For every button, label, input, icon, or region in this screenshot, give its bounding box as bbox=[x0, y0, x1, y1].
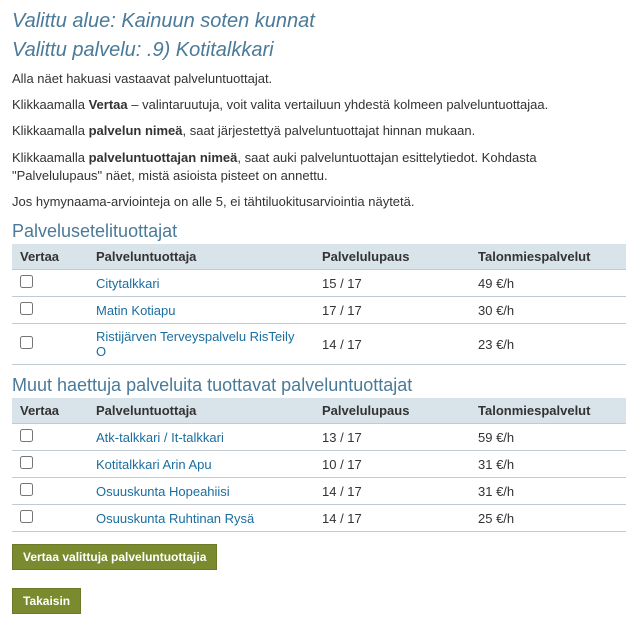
voucher-providers-table: Vertaa Palveluntuottaja Palvelulupaus Ta… bbox=[12, 244, 626, 365]
provider-link[interactable]: Matin Kotiapu bbox=[96, 303, 176, 318]
compare-checkbox[interactable] bbox=[20, 275, 33, 288]
compare-checkbox[interactable] bbox=[20, 510, 33, 523]
table-row: Ristijärven Terveyspalvelu RisTeily O 14 … bbox=[12, 324, 626, 365]
price-value: 49 €/h bbox=[470, 270, 626, 297]
promise-value: 14 / 17 bbox=[314, 324, 470, 365]
provider-link[interactable]: Ristijärven Terveyspalvelu RisTeily O bbox=[96, 329, 294, 359]
intro-text-2: Klikkaamalla Vertaa – valintaruutuja, vo… bbox=[12, 96, 626, 114]
table-row: Citytalkkari 15 / 1749 €/h bbox=[12, 270, 626, 297]
intro-text-3: Klikkaamalla palvelun nimeä, saat järjes… bbox=[12, 122, 626, 140]
compare-checkbox[interactable] bbox=[20, 336, 33, 349]
promise-value: 10 / 17 bbox=[314, 451, 470, 478]
intro-text-4: Klikkaamalla palveluntuottajan nimeä, sa… bbox=[12, 149, 626, 185]
back-button[interactable]: Takaisin bbox=[12, 588, 81, 614]
compare-checkbox[interactable] bbox=[20, 483, 33, 496]
col-header-provider[interactable]: Palveluntuottaja bbox=[88, 398, 314, 424]
table-row: Osuuskunta Ruhtinan Rysä 14 / 1725 €/h bbox=[12, 505, 626, 532]
col-header-compare[interactable]: Vertaa bbox=[12, 398, 88, 424]
table-row: Kotitalkkari Arin Apu 10 / 1731 €/h bbox=[12, 451, 626, 478]
provider-link[interactable]: Osuuskunta Hopeahiisi bbox=[96, 484, 230, 499]
provider-link[interactable]: Kotitalkkari Arin Apu bbox=[96, 457, 212, 472]
compare-checkbox[interactable] bbox=[20, 429, 33, 442]
price-value: 31 €/h bbox=[470, 478, 626, 505]
promise-value: 14 / 17 bbox=[314, 505, 470, 532]
price-value: 31 €/h bbox=[470, 451, 626, 478]
compare-checkbox[interactable] bbox=[20, 456, 33, 469]
provider-link[interactable]: Citytalkkari bbox=[96, 276, 160, 291]
price-value: 25 €/h bbox=[470, 505, 626, 532]
voucher-providers-heading: Palvelusetelituottajat bbox=[12, 221, 626, 242]
compare-checkbox[interactable] bbox=[20, 302, 33, 315]
selected-area-heading: Valittu alue: Kainuun soten kunnat bbox=[12, 10, 626, 33]
compare-selected-button[interactable]: Vertaa valittuja palveluntuottajia bbox=[12, 544, 217, 570]
price-value: 59 €/h bbox=[470, 424, 626, 451]
provider-link[interactable]: Atk-talkkari / It-talkkari bbox=[96, 430, 224, 445]
col-header-service[interactable]: Talonmiespalvelut bbox=[470, 244, 626, 270]
table-row: Matin Kotiapu 17 / 1730 €/h bbox=[12, 297, 626, 324]
col-header-service[interactable]: Talonmiespalvelut bbox=[470, 398, 626, 424]
intro-text-1: Alla näet hakuasi vastaavat palveluntuot… bbox=[12, 70, 626, 88]
col-header-promise[interactable]: Palvelulupaus bbox=[314, 398, 470, 424]
table-row: Atk-talkkari / It-talkkari 13 / 1759 €/h bbox=[12, 424, 626, 451]
promise-value: 14 / 17 bbox=[314, 478, 470, 505]
provider-link[interactable]: Osuuskunta Ruhtinan Rysä bbox=[96, 511, 254, 526]
selected-service-heading: Valittu palvelu: .9) Kotitalkkari bbox=[12, 39, 626, 62]
intro-text-5: Jos hymynaama-arviointeja on alle 5, ei … bbox=[12, 193, 626, 211]
col-header-promise[interactable]: Palvelulupaus bbox=[314, 244, 470, 270]
col-header-compare[interactable]: Vertaa bbox=[12, 244, 88, 270]
table-row: Osuuskunta Hopeahiisi 14 / 1731 €/h bbox=[12, 478, 626, 505]
promise-value: 13 / 17 bbox=[314, 424, 470, 451]
price-value: 30 €/h bbox=[470, 297, 626, 324]
promise-value: 15 / 17 bbox=[314, 270, 470, 297]
other-providers-table: Vertaa Palveluntuottaja Palvelulupaus Ta… bbox=[12, 398, 626, 532]
price-value: 23 €/h bbox=[470, 324, 626, 365]
col-header-provider[interactable]: Palveluntuottaja bbox=[88, 244, 314, 270]
other-providers-heading: Muut haettuja palveluita tuottavat palve… bbox=[12, 375, 626, 396]
promise-value: 17 / 17 bbox=[314, 297, 470, 324]
